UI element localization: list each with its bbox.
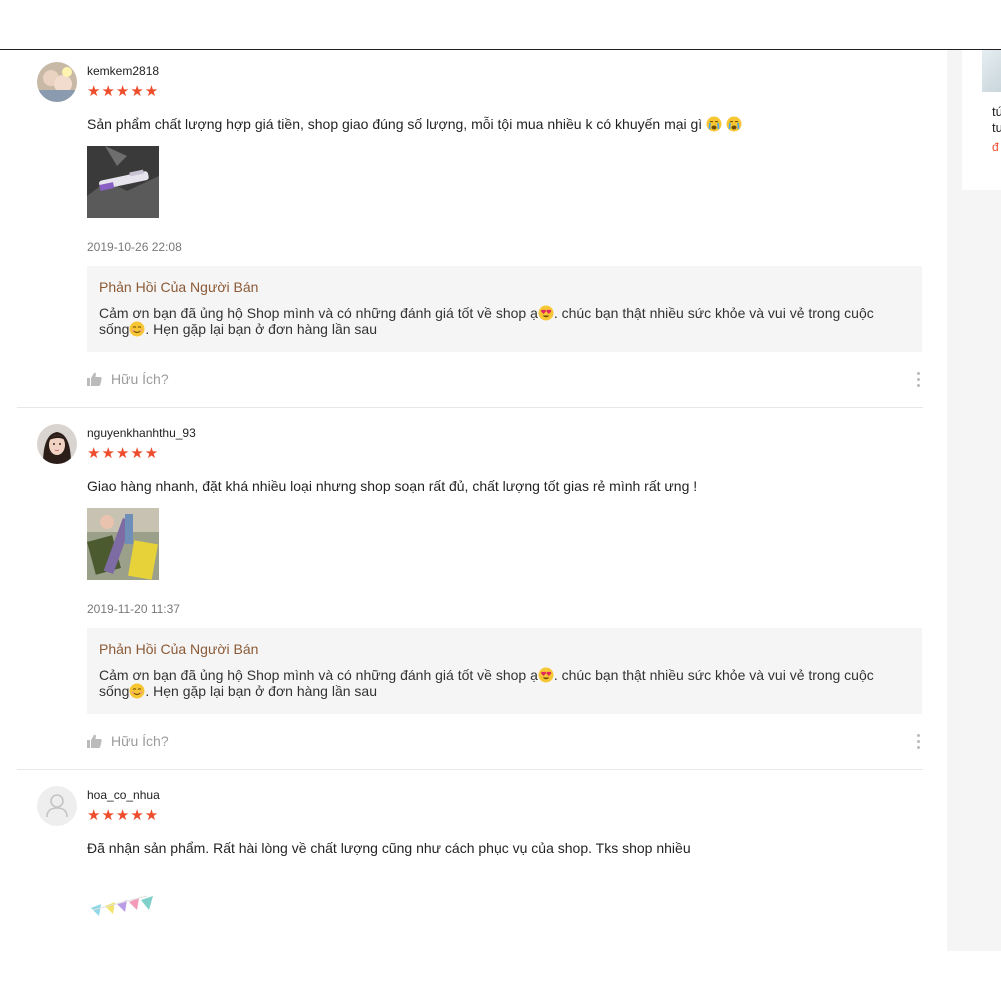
- review-photo[interactable]: [87, 146, 159, 218]
- seller-reply-text: Cảm ơn bạn đã ủng hộ Shop mình và có nhữ…: [99, 305, 899, 337]
- smile-icon: [129, 321, 145, 337]
- top-bar: [0, 0, 1001, 50]
- rating-stars: ★★★★★: [87, 445, 160, 462]
- review-comment-text: Giao hàng nhanh, đặt khá nhiều loại nhưn…: [87, 478, 698, 494]
- avatar[interactable]: [37, 424, 77, 464]
- review-username[interactable]: hoa_co_nhua: [87, 788, 160, 802]
- side-product-title-line2: tu: [992, 120, 1001, 135]
- helpful-button[interactable]: Hữu Ích?: [87, 733, 169, 749]
- review-item: kemkem2818 ★★★★★ Sản phẩm chất lượng hợp…: [17, 50, 923, 408]
- seller-reply-text-part1: Cảm ơn bạn đã ủng hộ Shop mình và có nhữ…: [99, 305, 538, 321]
- review-item: nguyenkhanhthu_93 ★★★★★ Giao hàng nhanh,…: [17, 408, 923, 770]
- seller-reply-title: Phản Hồi Của Người Bán: [99, 641, 259, 657]
- avatar[interactable]: [37, 62, 77, 102]
- more-options-icon[interactable]: [917, 734, 921, 750]
- rating-stars: ★★★★★: [87, 807, 160, 824]
- side-product-title-line1: tú: [992, 104, 1001, 119]
- seller-reply-text-part3: . Hẹn gặp lại bạn ở đơn hàng lần sau: [145, 321, 377, 337]
- default-avatar-icon[interactable]: [37, 786, 77, 826]
- heart-eyes-icon: [538, 667, 554, 683]
- seller-reply-text: Cảm ơn bạn đã ủng hộ Shop mình và có nhữ…: [99, 667, 899, 699]
- thumbs-up-icon: [87, 372, 102, 386]
- smile-icon: [129, 683, 145, 699]
- review-comment: Sản phẩm chất lượng hợp giá tiền, shop g…: [87, 116, 742, 132]
- helpful-label: Hữu Ích?: [111, 371, 169, 387]
- seller-reply: Phản Hồi Của Người Bán Cảm ơn bạn đã ủng…: [87, 266, 922, 352]
- review-photo[interactable]: [87, 508, 159, 580]
- review-username[interactable]: nguyenkhanhthu_93: [87, 426, 196, 440]
- review-comment-text: Sản phẩm chất lượng hợp giá tiền, shop g…: [87, 116, 703, 132]
- helpful-button[interactable]: Hữu Ích?: [87, 371, 169, 387]
- side-product-image[interactable]: [982, 50, 1001, 92]
- review-username[interactable]: kemkem2818: [87, 64, 159, 78]
- review-comment: Đã nhận sản phẩm. Rất hài lòng về chất l…: [87, 840, 691, 856]
- more-options-icon[interactable]: [917, 372, 921, 388]
- seller-reply: Phản Hồi Của Người Bán Cảm ơn bạn đã ủng…: [87, 628, 922, 714]
- helpful-label: Hữu Ích?: [111, 733, 169, 749]
- review-date: 2019-10-26 22:08: [87, 240, 182, 254]
- review-photo[interactable]: [87, 870, 159, 942]
- review-comment-text: Đã nhận sản phẩm. Rất hài lòng về chất l…: [87, 840, 691, 856]
- thumbs-up-icon: [87, 734, 102, 748]
- side-product-price[interactable]: đ: [992, 140, 1001, 154]
- crying-face-icon: [706, 116, 722, 132]
- rating-stars: ★★★★★: [87, 83, 160, 100]
- review-comment: Giao hàng nhanh, đặt khá nhiều loại nhưn…: [87, 478, 697, 494]
- review-date: 2019-11-20 11:37: [87, 602, 180, 616]
- crying-face-icon: [726, 116, 742, 132]
- review-item: hoa_co_nhua ★★★★★ Đã nhận sản phẩm. Rất …: [17, 770, 923, 950]
- seller-reply-text-part3: . Hẹn gặp lại bạn ở đơn hàng lần sau: [145, 683, 377, 699]
- heart-eyes-icon: [538, 305, 554, 321]
- seller-reply-text-part1: Cảm ơn bạn đã ủng hộ Shop mình và có nhữ…: [99, 667, 538, 683]
- seller-reply-title: Phản Hồi Của Người Bán: [99, 279, 259, 295]
